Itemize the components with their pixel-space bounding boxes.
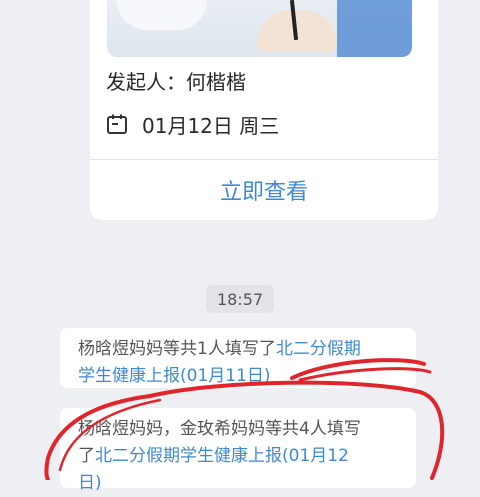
message-line: 杨晗煜妈妈等共1人填写了北二分假期 [78, 336, 416, 363]
image-desk-shape [117, 0, 207, 30]
form-link[interactable]: 北二分假期 [276, 339, 361, 359]
form-link[interactable]: 北二分假期学生健康上报(01月12 [95, 446, 349, 466]
message-text: 杨晗煜妈妈等共1人填写了 [78, 339, 276, 359]
form-link[interactable]: 日) [78, 473, 102, 493]
message-text: 杨晗煜妈妈，金玫希妈妈等共4人填写 [78, 419, 361, 439]
date-row: 01月12日 周三 [106, 110, 279, 138]
message-line: 了北二分假期学生健康上报(01月12 [78, 443, 416, 470]
date-text: 01月12日 周三 [142, 113, 280, 138]
timestamp: 18:57 [206, 285, 274, 313]
image-sleeve-shape [337, 0, 412, 57]
message-line: 日) [78, 470, 416, 497]
message-text: 了 [78, 446, 95, 466]
initiator-name: 何楷楷 [186, 70, 246, 94]
card-image[interactable] [107, 0, 412, 57]
calendar-icon [107, 114, 127, 134]
list-item: 杨晗煜妈妈，金玫希妈妈等共4人填写 了北二分假期学生健康上报(01月12 日) [60, 408, 416, 493]
initiator-row: 发起人：何楷楷 [106, 66, 246, 95]
initiator-label: 发起人： [106, 70, 186, 94]
form-link[interactable]: 学生健康上报(01月11日) [78, 366, 271, 386]
view-now-button[interactable]: 立即查看 [90, 160, 438, 220]
list-item: 杨晗煜妈妈等共1人填写了北二分假期 学生健康上报(01月11日) [60, 328, 416, 388]
message-line: 学生健康上报(01月11日) [78, 363, 416, 390]
message-line: 杨晗煜妈妈，金玫希妈妈等共4人填写 [78, 416, 416, 443]
